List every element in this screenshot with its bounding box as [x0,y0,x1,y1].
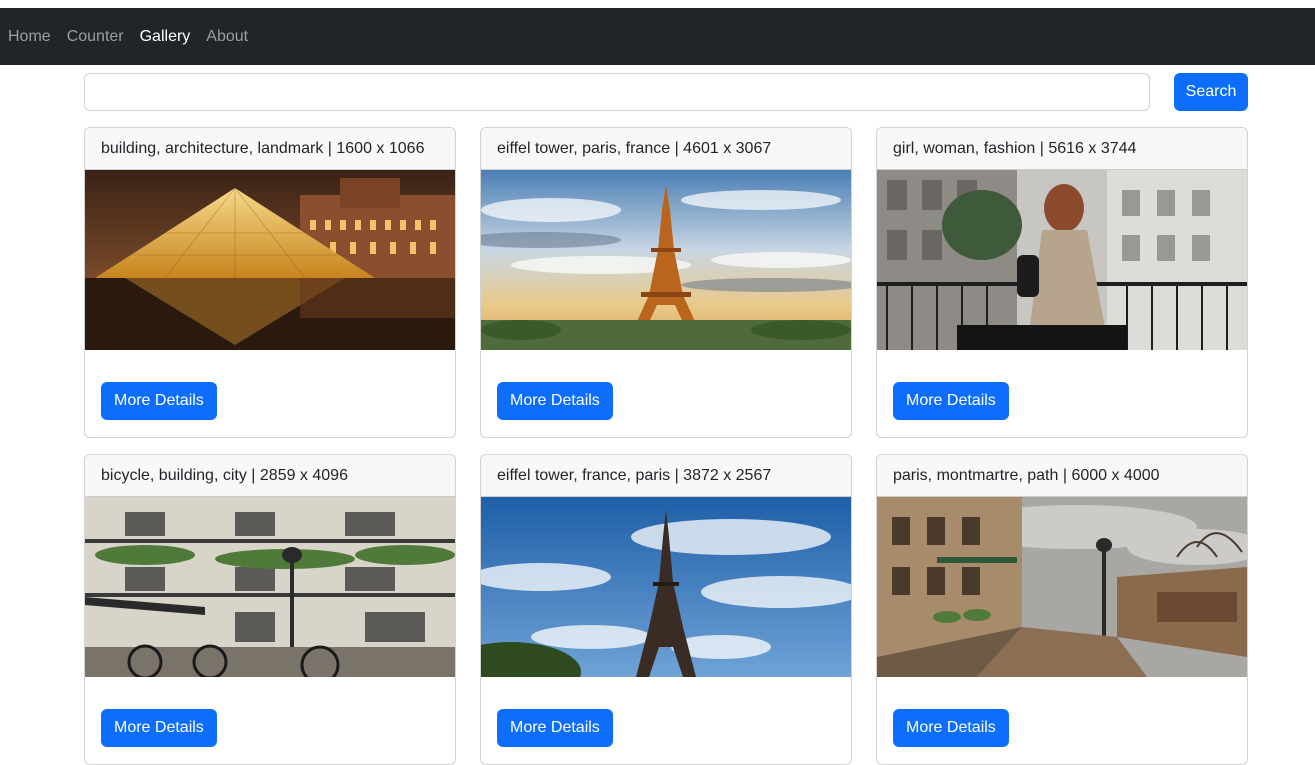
bicycle-building-photo [85,497,455,677]
more-details-button[interactable]: More Details [497,382,613,420]
card-caption: bicycle, building, city | 2859 x 4096 [85,455,455,497]
gallery-card: paris, montmartre, path | 6000 x 4000 Mo… [876,454,1248,765]
more-details-button[interactable]: More Details [893,709,1009,747]
card-caption: girl, woman, fashion | 5616 x 3744 [877,128,1247,170]
eiffel-tower-sunset-photo [481,170,851,350]
nav-about-link[interactable]: About [206,28,248,46]
card-caption: paris, montmartre, path | 6000 x 4000 [877,455,1247,497]
montmartre-path-photo [877,497,1247,677]
top-navbar: Home Counter Gallery About [0,8,1315,65]
more-details-button[interactable]: More Details [101,382,217,420]
more-details-button[interactable]: More Details [101,709,217,747]
eiffel-tower-blue-sky-photo [481,497,851,677]
gallery-card: bicycle, building, city | 2859 x 4096 Mo… [84,454,456,765]
more-details-button[interactable]: More Details [497,709,613,747]
card-caption: eiffel tower, france, paris | 3872 x 256… [481,455,851,497]
card-caption: building, architecture, landmark | 1600 … [85,128,455,170]
gallery-card: eiffel tower, france, paris | 3872 x 256… [480,454,852,765]
nav-gallery-link[interactable]: Gallery [140,28,191,46]
search-bar: Search [84,73,1248,111]
card-caption: eiffel tower, paris, france | 4601 x 306… [481,128,851,170]
search-button[interactable]: Search [1174,73,1248,111]
more-details-button[interactable]: More Details [893,382,1009,420]
search-input[interactable] [84,73,1150,111]
girl-on-balcony-photo [877,170,1247,350]
gallery-card: building, architecture, landmark | 1600 … [84,127,456,438]
louvre-pyramid-photo [85,170,455,350]
gallery-card: eiffel tower, paris, france | 4601 x 306… [480,127,852,438]
nav-home-link[interactable]: Home [8,28,51,46]
gallery-grid: building, architecture, landmark | 1600 … [84,127,1248,765]
gallery-card: girl, woman, fashion | 5616 x 3744 More … [876,127,1248,438]
nav-counter-link[interactable]: Counter [67,28,124,46]
